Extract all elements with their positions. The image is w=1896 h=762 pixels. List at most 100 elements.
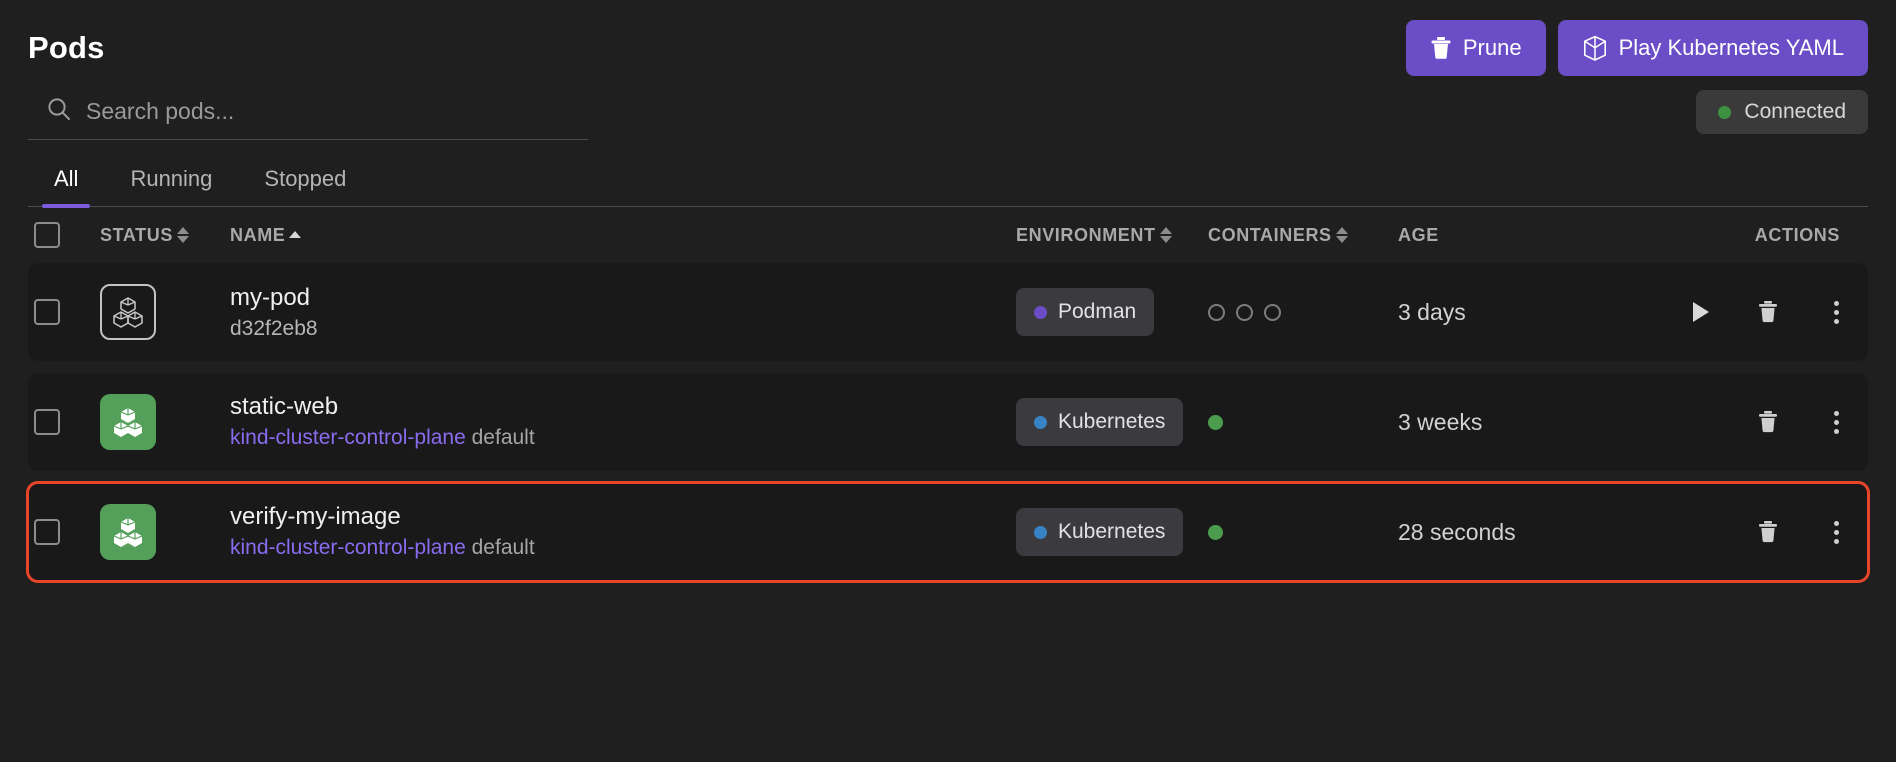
container-dot-icon [1208,414,1223,430]
row-select-cell [28,299,100,325]
container-status-dots [1208,303,1398,321]
trash-icon [1430,36,1452,60]
kebab-icon[interactable] [1820,406,1852,438]
row-age-cell: 28 seconds [1398,518,1516,545]
select-all-checkbox[interactable] [34,222,60,248]
play-kubernetes-yaml-label: Play Kubernetes YAML [1618,35,1844,60]
row-environment-cell: Kubernetes [1016,508,1208,556]
row-name-cell: verify-my-image kind-cluster-control-pla… [230,502,1016,561]
search-icon [46,96,72,127]
column-header-name[interactable]: NAME [230,225,1016,246]
prune-button[interactable]: Prune [1405,20,1546,76]
sort-ascending-icon [289,230,302,240]
row-status-cell [100,284,230,340]
search-input[interactable] [86,98,588,125]
pod-cluster: kind-cluster-control-plane [230,536,466,560]
environment-dot-icon [1034,525,1047,539]
row-checkbox[interactable] [34,519,60,545]
trash-icon[interactable] [1752,516,1784,548]
row-environment-cell: Podman [1016,288,1208,336]
column-header-age[interactable]: AGE [1398,225,1648,246]
trash-icon[interactable] [1752,296,1784,328]
environment-label: Kubernetes [1058,410,1166,433]
environment-label: Kubernetes [1058,520,1166,543]
pod-id: d32f2eb8 [230,317,318,340]
container-status-dots [1208,524,1398,540]
pod-namespace: default [471,426,535,450]
search-and-status-bar: Connected [0,84,1896,140]
pod-cluster: kind-cluster-control-plane [230,426,466,450]
pod-name: static-web [230,393,339,421]
row-age-cell: 3 days [1398,298,1466,325]
environment-badge: Kubernetes [1016,508,1184,556]
environment-label: Podman [1058,300,1137,323]
pod-name: verify-my-image [230,503,401,531]
trash-icon[interactable] [1752,406,1784,438]
row-environment-cell: Kubernetes [1016,398,1208,446]
column-header-environment[interactable]: ENVIRONMENT [1016,225,1208,246]
search-field-wrapper[interactable] [28,84,588,140]
pod-name: my-pod [230,284,311,311]
row-checkbox[interactable] [34,409,60,435]
header-actions: Prune Play Kubernetes YAML [1405,20,1868,76]
sort-arrows-icon [1335,227,1348,243]
column-header-actions-label: ACTIONS [1754,224,1840,245]
pod-cubes-icon [100,504,156,560]
table-header-row: STATUS NAME ENVIRONMENT CONTAINERS AGE A… [28,207,1868,263]
column-header-age-label: AGE [1398,224,1439,245]
table-row[interactable]: static-web kind-cluster-control-plane de… [28,373,1868,471]
row-checkbox[interactable] [34,299,60,325]
table-row[interactable]: my-pod d32f2eb8 Podman 3 days [28,263,1868,361]
row-name-cell: my-pod d32f2eb8 [230,283,1016,341]
row-select-cell [28,409,100,435]
row-select-cell [28,519,100,545]
container-status-dots [1208,414,1398,430]
action-placeholder [1684,406,1716,438]
column-header-containers-label: CONTAINERS [1208,224,1332,245]
cube-icon [1582,35,1608,62]
sort-arrows-icon [176,227,189,243]
page-header: Pods Prune Play Kubernetes YAML [0,0,1896,78]
column-header-status[interactable]: STATUS [100,225,230,246]
pod-location: kind-cluster-control-plane default [230,424,1016,451]
filter-tabs: All Running Stopped [28,160,1868,208]
column-header-actions: ACTIONS [1648,225,1868,246]
pods-table: STATUS NAME ENVIRONMENT CONTAINERS AGE A… [26,207,1870,583]
pod-location: kind-cluster-control-plane default [230,534,1016,561]
row-containers-cell [1208,303,1398,321]
row-status-cell [100,504,230,560]
status-dot-icon [1718,105,1732,119]
tab-stopped[interactable]: Stopped [238,160,372,206]
table-row[interactable]: verify-my-image kind-cluster-control-pla… [26,481,1870,583]
container-dot-icon [1208,524,1223,540]
connection-status-label: Connected [1744,100,1846,123]
play-icon[interactable] [1684,296,1716,328]
column-header-containers[interactable]: CONTAINERS [1208,225,1398,246]
pod-cubes-icon [100,284,156,340]
row-status-cell [100,394,230,450]
container-dot-icon [1264,303,1281,321]
column-header-name-label: NAME [230,224,286,245]
kebab-icon[interactable] [1820,516,1852,548]
sort-arrows-icon [1159,227,1172,243]
prune-button-label: Prune [1462,35,1522,60]
environment-dot-icon [1034,305,1047,319]
environment-badge: Podman [1016,288,1155,336]
page-title: Pods [28,30,105,65]
row-actions-cell [1648,296,1868,328]
select-all-cell [28,222,100,248]
kebab-icon[interactable] [1820,296,1852,328]
row-containers-cell [1208,524,1398,540]
tab-running[interactable]: Running [104,160,238,206]
tab-all[interactable]: All [28,160,104,208]
container-dot-icon [1208,303,1225,321]
pod-cubes-icon [100,394,156,450]
row-age-cell: 3 weeks [1398,408,1483,435]
environment-dot-icon [1034,415,1047,429]
row-containers-cell [1208,414,1398,430]
row-name-cell: static-web kind-cluster-control-plane de… [230,392,1016,451]
row-actions-cell [1648,516,1868,548]
play-kubernetes-yaml-button[interactable]: Play Kubernetes YAML [1557,20,1868,76]
pod-namespace: default [471,536,535,560]
row-actions-cell [1648,406,1868,438]
